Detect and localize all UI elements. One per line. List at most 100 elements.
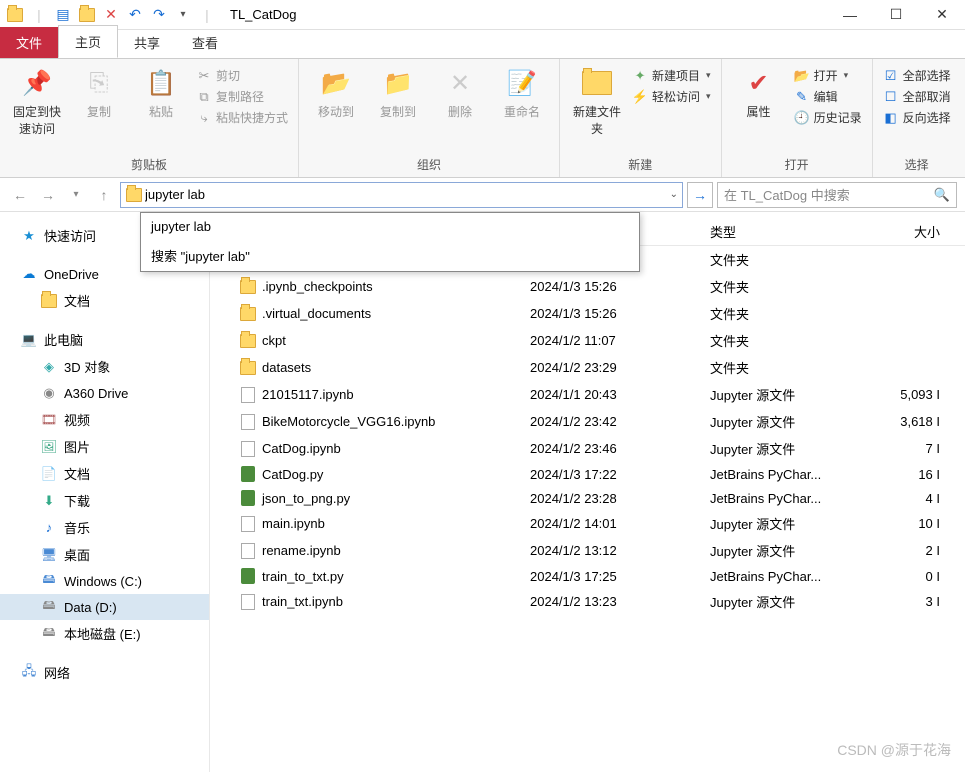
group-label-organize: 组织 [417, 152, 441, 177]
redo-icon[interactable]: ↷ [150, 6, 168, 24]
col-size[interactable]: 大小 [880, 222, 940, 241]
newitem-icon: ✦ [632, 68, 648, 84]
sidebar-onedrive-docs[interactable]: 文档 [0, 287, 209, 314]
sidebar-winc[interactable]: 🖴Windows (C:) [0, 568, 209, 594]
sidebar-a360[interactable]: ◉A360 Drive [0, 380, 209, 406]
newfolder-icon [581, 67, 613, 99]
copypath-button[interactable]: ⧉复制路径 [196, 88, 288, 105]
cut-button[interactable]: ✂剪切 [196, 67, 288, 84]
file-row[interactable]: .ipynb_checkpoints2024/1/3 15:26文件夹 [210, 273, 965, 300]
props-button[interactable]: ✔属性 [732, 63, 786, 152]
sidebar-locale[interactable]: 🖴本地磁盘 (E:) [0, 620, 209, 647]
file-row[interactable]: 21015117.ipynb2024/1/1 20:43Jupyter 源文件5… [210, 381, 965, 408]
file-row[interactable]: train_txt.ipynb2024/1/2 13:23Jupyter 源文件… [210, 588, 965, 615]
maximize-button[interactable]: ☐ [873, 0, 919, 30]
file-icon [240, 568, 256, 584]
copy-button[interactable]: ⎘ 复制 [72, 63, 126, 152]
file-row[interactable]: train_to_txt.py2024/1/3 17:25JetBrains P… [210, 564, 965, 588]
file-row[interactable]: ckpt2024/1/2 11:07文件夹 [210, 327, 965, 354]
tab-view[interactable]: 查看 [176, 27, 234, 58]
file-name: json_to_png.py [262, 491, 350, 506]
copy-label: 复制 [87, 103, 111, 120]
folder-icon [6, 6, 24, 24]
file-row[interactable]: CatDog.ipynb2024/1/2 23:46Jupyter 源文件7 I [210, 435, 965, 462]
history-button[interactable]: 🕘历史记录 [794, 109, 862, 126]
qat-dropdown-icon[interactable]: ▾ [174, 6, 192, 24]
net-icon: 🖧 [20, 664, 38, 682]
sidebar-docs2[interactable]: 📄文档 [0, 460, 209, 487]
ribbon: 📌 固定到快速访问 ⎘ 复制 📋 粘贴 ✂剪切 ⧉复制路径 ⤷粘贴快捷方式 剪贴… [0, 58, 965, 178]
open-button[interactable]: 📂打开▾ [794, 67, 862, 84]
file-icon [240, 543, 256, 559]
search-placeholder: 在 TL_CatDog 中搜索 [724, 185, 934, 204]
pasteshort-icon: ⤷ [196, 110, 212, 126]
tab-share[interactable]: 共享 [118, 27, 176, 58]
file-row[interactable]: datasets2024/1/2 23:29文件夹 [210, 354, 965, 381]
sidebar-thispc[interactable]: 💻此电脑 [0, 326, 209, 353]
file-name: rename.ipynb [262, 543, 341, 558]
delete-button[interactable]: ✕删除 [433, 63, 487, 152]
up-button[interactable]: ↑ [92, 183, 116, 207]
sidebar-desk[interactable]: 🖥桌面 [0, 541, 209, 568]
window-controls: — ☐ ✕ [827, 0, 965, 30]
search-box[interactable]: 在 TL_CatDog 中搜索 🔍 [717, 182, 957, 208]
rename-button[interactable]: 📝重命名 [495, 63, 549, 152]
main-area: ★快速访问 ☁OneDrive 文档 💻此电脑 ◈3D 对象 ◉A360 Dri… [0, 212, 965, 772]
delete-icon[interactable]: ✕ [102, 6, 120, 24]
file-row[interactable]: .virtual_documents2024/1/3 15:26文件夹 [210, 300, 965, 327]
address-bar[interactable]: ⌄ [120, 182, 683, 208]
pc-icon: 💻 [20, 331, 38, 349]
minimize-button[interactable]: — [827, 0, 873, 30]
file-row[interactable]: json_to_png.py2024/1/2 23:28JetBrains Py… [210, 486, 965, 510]
forward-button[interactable]: → [36, 183, 60, 207]
dropdown-item-1[interactable]: jupyter lab [141, 213, 639, 240]
dropdown-item-2[interactable]: 搜索 "jupyter lab" [141, 240, 639, 271]
close-button[interactable]: ✕ [919, 0, 965, 30]
back-button[interactable]: ← [8, 183, 32, 207]
edit-button[interactable]: ✎编辑 [794, 88, 862, 105]
group-select: ☑全部选择 ☐全部取消 ◧反向选择 选择 [873, 59, 961, 177]
sidebar-video[interactable]: 🎞视频 [0, 406, 209, 433]
file-name: BikeMotorcycle_VGG16.ipynb [262, 414, 435, 429]
address-input[interactable] [143, 185, 670, 204]
file-type: JetBrains PyChar... [710, 467, 880, 482]
props-icon[interactable]: ▤ [54, 6, 72, 24]
selinv-button[interactable]: ◧反向选择 [883, 109, 951, 126]
pin-button[interactable]: 📌 固定到快速访问 [10, 63, 64, 152]
easyaccess-button[interactable]: ⚡轻松访问▾ [632, 88, 711, 105]
copyto-button[interactable]: 📁复制到 [371, 63, 425, 152]
sidebar-datad[interactable]: 🖴Data (D:) [0, 594, 209, 620]
file-type: Jupyter 源文件 [710, 385, 880, 404]
file-type: Jupyter 源文件 [710, 541, 880, 560]
pasteshort-button[interactable]: ⤷粘贴快捷方式 [196, 109, 288, 126]
recent-button[interactable]: ▾ [64, 183, 88, 207]
paste-icon: 📋 [145, 67, 177, 99]
sidebar-music[interactable]: ♪音乐 [0, 514, 209, 541]
file-row[interactable]: BikeMotorcycle_VGG16.ipynb2024/1/2 23:42… [210, 408, 965, 435]
paste-button[interactable]: 📋 粘贴 [134, 63, 188, 152]
col-type[interactable]: 类型 [710, 222, 880, 241]
tab-home[interactable]: 主页 [58, 25, 118, 58]
file-row[interactable]: main.ipynb2024/1/2 14:01Jupyter 源文件10 I [210, 510, 965, 537]
file-type: 文件夹 [710, 331, 880, 350]
folder2-icon[interactable] [78, 6, 96, 24]
sidebar-down[interactable]: ⬇下载 [0, 487, 209, 514]
drive-d-icon: 🖴 [40, 598, 58, 616]
newfolder-button[interactable]: 新建文件夹 [570, 63, 624, 152]
file-row[interactable]: rename.ipynb2024/1/2 13:12Jupyter 源文件2 I [210, 537, 965, 564]
selall-button[interactable]: ☑全部选择 [883, 67, 951, 84]
newitem-button[interactable]: ✦新建项目▾ [632, 67, 711, 84]
refresh-button[interactable]: → [687, 182, 713, 208]
selnone-button[interactable]: ☐全部取消 [883, 88, 951, 105]
sidebar-pics[interactable]: 🖼图片 [0, 433, 209, 460]
moveto-button[interactable]: 📂移动到 [309, 63, 363, 152]
tab-file[interactable]: 文件 [0, 27, 58, 58]
file-date: 2024/1/2 14:01 [530, 516, 710, 531]
undo-icon[interactable]: ↶ [126, 6, 144, 24]
desk-icon: 🖥 [40, 546, 58, 564]
sidebar-3d[interactable]: ◈3D 对象 [0, 353, 209, 380]
sidebar-net[interactable]: 🖧网络 [0, 659, 209, 686]
group-label-open: 打开 [785, 152, 809, 177]
file-row[interactable]: CatDog.py2024/1/3 17:22JetBrains PyChar.… [210, 462, 965, 486]
addr-dropdown-icon[interactable]: ⌄ [670, 189, 678, 200]
